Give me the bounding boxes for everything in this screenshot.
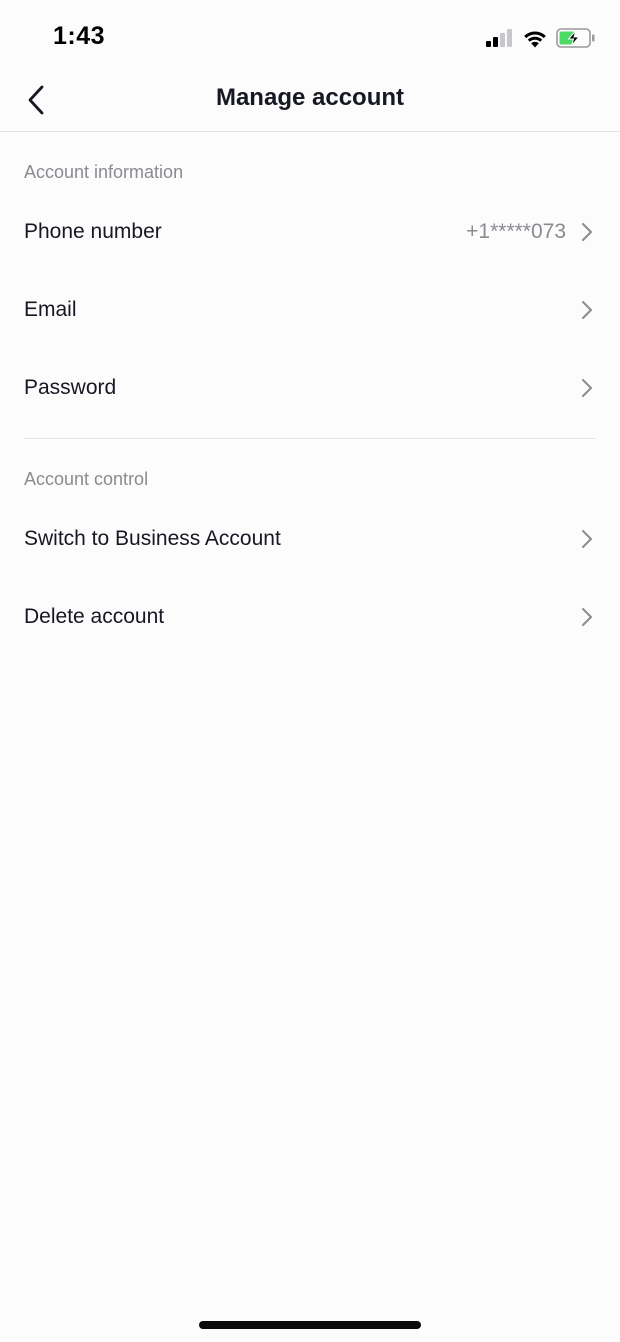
status-bar: 1:43 [0, 0, 620, 74]
password-label: Password [24, 376, 117, 399]
section-divider [24, 438, 596, 439]
chevron-right-icon [582, 301, 592, 319]
page-title: Manage account [215, 84, 405, 111]
section-header-account-control: Account control [24, 469, 149, 489]
switch-to-business-account-row[interactable]: Switch to Business Account [0, 500, 620, 578]
phone-number-value: +1*****073 [466, 220, 566, 243]
section-header-account-information: Account information [24, 162, 184, 182]
chevron-right-icon [582, 223, 592, 241]
delete-account-row[interactable]: Delete account [0, 578, 620, 656]
delete-account-label: Delete account [24, 605, 165, 628]
nav-bar: Manage account [0, 74, 620, 132]
phone-number-row[interactable]: Phone number +1*****073 [0, 193, 620, 271]
chevron-right-icon [582, 530, 592, 548]
password-row[interactable]: Password [0, 349, 620, 427]
switch-to-business-account-label: Switch to Business Account [24, 527, 281, 550]
cellular-signal-icon [486, 29, 512, 47]
chevron-right-icon [582, 379, 592, 397]
battery-charging-icon [556, 28, 595, 48]
phone-number-label: Phone number [24, 220, 162, 243]
wifi-icon [524, 31, 546, 47]
chevron-right-icon [582, 608, 592, 626]
status-icons [486, 24, 596, 52]
status-time: 1:43 [53, 22, 106, 50]
email-row[interactable]: Email [0, 271, 620, 349]
home-indicator[interactable] [199, 1321, 421, 1329]
email-label: Email [24, 298, 77, 321]
